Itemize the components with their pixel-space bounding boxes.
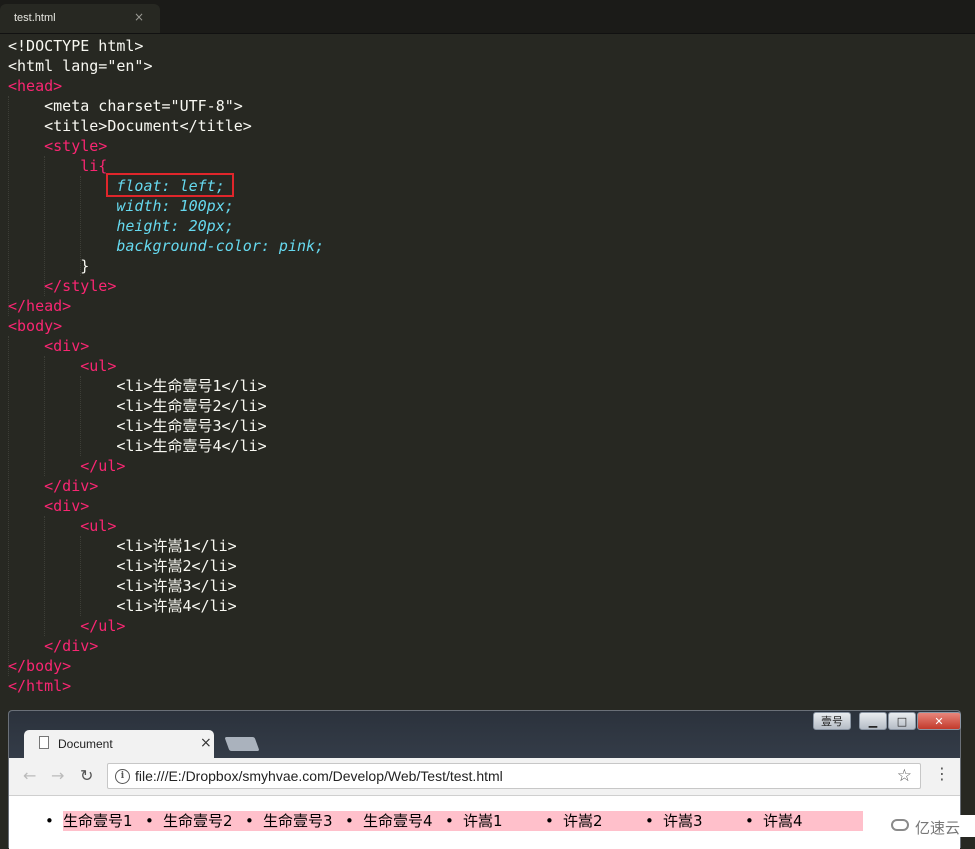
list-item: 许嵩4 <box>745 811 863 831</box>
list-background: 生命壹号1 生命壹号2 生命壹号3 生命壹号4 许嵩1 许嵩2 许嵩3 许嵩4 <box>45 811 863 831</box>
star-icon[interactable]: ☆ <box>897 766 912 786</box>
tab-close-icon[interactable]: × <box>200 735 212 751</box>
browser-tab[interactable]: Document × <box>24 730 214 758</box>
code-line: <li>许嵩1</li> <box>8 537 237 555</box>
code-line: <li>许嵩3</li> <box>8 577 237 595</box>
code-line: <li>生命壹号1</li> <box>8 377 267 395</box>
code-line: <li>生命壹号2</li> <box>8 397 267 415</box>
code-line: <head> <box>8 77 63 95</box>
code-line: <li>生命壹号3</li> <box>8 417 267 435</box>
forward-icon[interactable]: → <box>51 766 64 785</box>
code-line: </div> <box>8 637 99 655</box>
browser-tab-title: Document <box>58 737 113 751</box>
back-icon[interactable]: ← <box>23 766 36 785</box>
code-line: <html lang="en"> <box>8 57 153 75</box>
code-line: width: 100px; <box>8 197 234 215</box>
code-line: <ul> <box>8 357 117 375</box>
cloud-logo-icon <box>891 819 909 831</box>
code-line: </style> <box>8 277 117 295</box>
browser-window: 壹号 ▁ □ ✕ Document × ← → ↻ i file:///E:/D… <box>8 710 961 849</box>
code-editor[interactable]: <!DOCTYPE html> <html lang="en"> <head> … <box>8 36 968 701</box>
window-close-icon[interactable]: ✕ <box>917 712 961 730</box>
code-line: <ul> <box>8 517 117 535</box>
code-line: li{ <box>8 157 108 175</box>
info-icon[interactable]: i <box>115 769 130 784</box>
watermark-text: 亿速云 <box>915 819 961 837</box>
close-icon[interactable]: × <box>134 10 144 24</box>
code-line: <title>Document</title> <box>8 117 252 135</box>
code-line: <style> <box>8 137 108 155</box>
page-content: 生命壹号1 生命壹号2 生命壹号3 生命壹号4 许嵩1 许嵩2 许嵩3 许嵩4 <box>9 796 960 849</box>
code-line: <li>许嵩2</li> <box>8 557 237 575</box>
profile-label-button[interactable]: 壹号 <box>813 712 851 730</box>
menu-icon[interactable]: ⋮ <box>934 764 950 783</box>
code-line: </ul> <box>8 617 126 635</box>
code-line: </head> <box>8 297 72 315</box>
code-line: background-color: pink; <box>8 237 325 255</box>
new-tab-button[interactable] <box>224 737 260 751</box>
code-line: <body> <box>8 317 63 335</box>
editor-tab-title: test.html <box>14 12 56 24</box>
code-line: </div> <box>8 477 99 495</box>
url-text[interactable]: file:///E:/Dropbox/smyhvae.com/Develop/W… <box>135 768 503 784</box>
browser-toolbar: ← → ↻ i file:///E:/Dropbox/smyhvae.com/D… <box>9 758 960 796</box>
editor-tab[interactable]: test.html × <box>0 4 160 33</box>
code-line: <meta charset="UTF-8"> <box>8 97 243 115</box>
highlight-box <box>106 173 234 197</box>
code-line: height: 20px; <box>8 217 234 235</box>
document-icon <box>39 736 49 749</box>
code-line: <li>生命壹号4</li> <box>8 437 267 455</box>
browser-titlebar: 壹号 ▁ □ ✕ Document × <box>9 711 961 758</box>
maximize-icon[interactable]: □ <box>888 712 916 730</box>
watermark: 亿速云 <box>885 815 975 837</box>
minimize-icon[interactable]: ▁ <box>859 712 887 730</box>
code-line: </html> <box>8 677 72 695</box>
code-line: </body> <box>8 657 72 675</box>
code-line: <div> <box>8 497 90 515</box>
code-line: <!DOCTYPE html> <box>8 37 144 55</box>
address-bar[interactable]: i file:///E:/Dropbox/smyhvae.com/Develop… <box>107 763 921 789</box>
code-line: <div> <box>8 337 90 355</box>
code-line: <li>许嵩4</li> <box>8 597 237 615</box>
code-line: </ul> <box>8 457 126 475</box>
code-line: } <box>8 257 90 275</box>
editor-tabbar: test.html × <box>0 0 975 34</box>
reload-icon[interactable]: ↻ <box>80 766 93 785</box>
